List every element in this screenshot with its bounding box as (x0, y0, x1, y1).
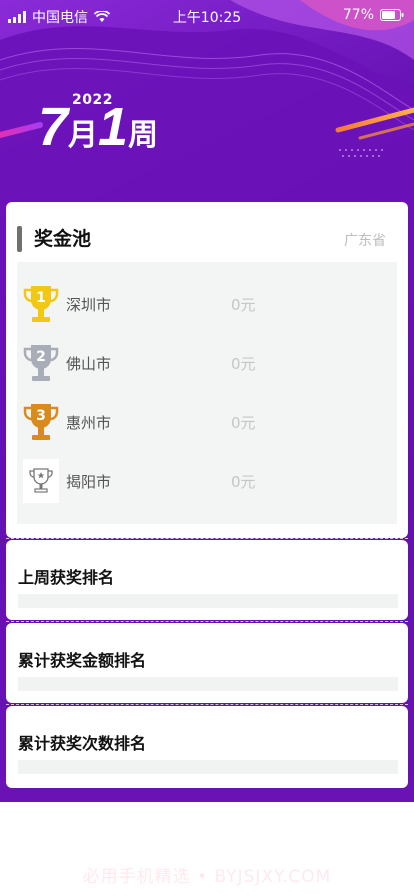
city-name: 佛山市 (66, 355, 112, 373)
divider (6, 538, 408, 539)
month-number: 7 (38, 97, 69, 157)
last-week-ranking-title: 上周获奖排名 (18, 568, 115, 587)
trophy-rank: 1 (36, 290, 46, 306)
total-count-ranking-title: 累计获奖次数排名 (18, 734, 147, 753)
prize-pool-card: 奖金池 广东省 1 深圳市 0元 2 佛山市 0元 3 惠州市 0元 揭阳市 0… (6, 202, 408, 538)
week-unit: 周 (128, 118, 159, 153)
gold-trophy-icon: 1 (23, 286, 59, 322)
battery-icon (380, 9, 404, 21)
divider (6, 621, 408, 622)
last-week-ranking-card[interactable]: 上周获奖排名 (6, 540, 408, 620)
prize-amount: 0元 (231, 473, 256, 491)
month-unit: 月 (68, 118, 99, 153)
date-main: 7月1周 (38, 100, 158, 163)
city-name: 深圳市 (66, 296, 112, 314)
status-right: 77% (343, 7, 404, 23)
silver-trophy-icon: 2 (23, 345, 59, 381)
divider (6, 704, 408, 705)
prize-pool-row[interactable]: 1 深圳市 0元 (23, 282, 393, 326)
battery-percent: 77% (342, 7, 374, 23)
prize-pool-title: 奖金池 (34, 228, 92, 250)
total-amount-ranking-card[interactable]: 累计获奖金额排名 (6, 623, 408, 703)
title-accent-bar (17, 226, 22, 252)
trophy-rank: 2 (36, 349, 46, 365)
total-count-ranking-card[interactable]: 累计获奖次数排名 (6, 706, 408, 788)
city-name: 揭阳市 (66, 473, 112, 491)
province-selector[interactable]: 广东省 (344, 230, 386, 250)
week-number: 1 (98, 97, 129, 157)
prize-pool-list: 1 深圳市 0元 2 佛山市 0元 3 惠州市 0元 揭阳市 0元 (17, 262, 397, 524)
bronze-trophy-icon: 3 (23, 404, 59, 440)
watermark: 必用手机精选 • BYJSJXY.COM (82, 867, 332, 887)
status-bar: 中国电信 上午10:25 77% (0, 0, 414, 30)
prize-amount: 0元 (231, 296, 256, 314)
city-name: 惠州市 (66, 414, 112, 432)
ranking-placeholder (18, 594, 398, 608)
total-amount-ranking-title: 累计获奖金额排名 (18, 651, 147, 670)
ranking-placeholder (18, 760, 398, 774)
prize-pool-row[interactable]: 3 惠州市 0元 (23, 400, 393, 444)
prize-amount: 0元 (231, 414, 256, 432)
ranking-placeholder (18, 677, 398, 691)
prize-pool-row[interactable]: 2 佛山市 0元 (23, 341, 393, 385)
outline-trophy-icon (29, 468, 53, 493)
trophy-rank: 3 (36, 408, 46, 424)
prize-amount: 0元 (231, 355, 256, 373)
prize-pool-row[interactable]: 揭阳市 0元 (23, 459, 393, 503)
